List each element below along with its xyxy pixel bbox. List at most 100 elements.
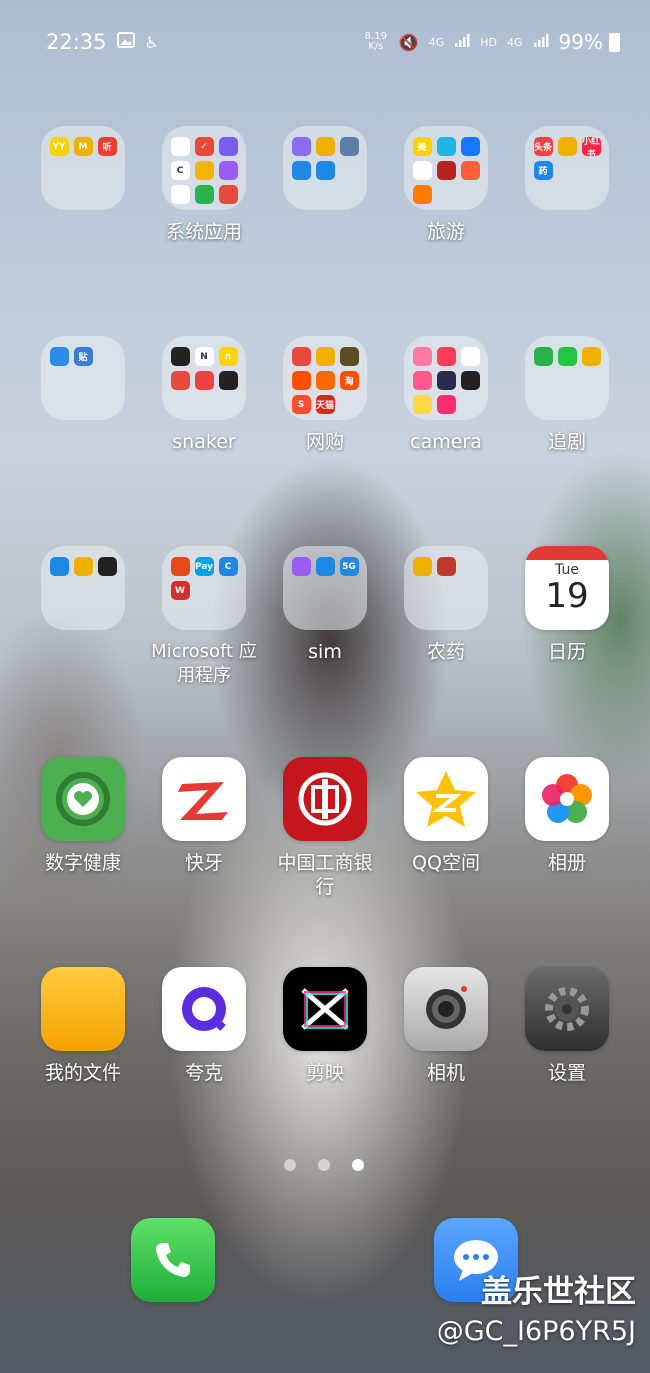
folder-grid [41, 546, 125, 630]
folder-5[interactable]: 头条 小红书药 [512, 126, 622, 210]
app-label: 相册 [547, 852, 586, 874]
app-settings[interactable]: 设置 [512, 967, 622, 1085]
mini-app-icon [315, 371, 335, 390]
mini-app-icon [412, 371, 432, 390]
mute-icon: 🔇 [398, 32, 419, 52]
icbc-icon [283, 757, 367, 841]
mini-app-icon [315, 347, 335, 366]
folder-label: Microsoft 应用程序 [151, 641, 257, 686]
battery-percent: 99% [558, 30, 603, 54]
app-label: 设置 [547, 1062, 586, 1084]
folder-grid [404, 336, 488, 420]
camera-icon [404, 967, 488, 1051]
app-gallery[interactable]: 相册 [512, 757, 622, 875]
calendar-date: 19 [545, 576, 589, 616]
mini-app-icon [436, 557, 456, 576]
mini-app-icon [460, 137, 480, 156]
capcut-icon [283, 967, 367, 1051]
calendar-header [525, 546, 609, 560]
app-my-files[interactable]: 我的文件 [28, 967, 138, 1085]
page-dot[interactable] [284, 1159, 296, 1171]
mini-app-icon: M [73, 137, 93, 156]
folder-grid: Nn [162, 336, 246, 420]
mini-app-icon [460, 161, 480, 180]
app-capcut[interactable]: 剪映 [270, 967, 380, 1085]
app-label: 夸克 [184, 1062, 223, 1084]
mini-app-icon: 贴 [73, 347, 93, 366]
mini-app-icon [315, 137, 335, 156]
page-dot-current[interactable] [352, 1159, 364, 1171]
mini-app-icon [460, 347, 480, 366]
mini-app-icon [291, 137, 311, 156]
mini-app-icon [170, 185, 190, 204]
mini-app-icon [460, 371, 480, 390]
folder-label: 网购 [305, 431, 344, 453]
folder-grid: Pay C W [162, 546, 246, 630]
mini-app-icon: N [194, 347, 214, 366]
mini-app-icon [218, 137, 238, 156]
mini-app-icon: 头条 [533, 137, 553, 156]
phone-icon [131, 1218, 215, 1302]
app-digital-wellbeing[interactable]: 数字健康 [28, 757, 138, 875]
folder-camera[interactable]: camera [391, 336, 501, 454]
folder-travel[interactable]: 美 旅游 [391, 126, 501, 244]
calendar-icon: Tue 19 [525, 546, 609, 630]
app-camera[interactable]: 相机 [391, 967, 501, 1085]
app-label: 数字健康 [44, 852, 121, 874]
mini-app-icon: 美 [412, 137, 432, 156]
app-calendar[interactable]: Tue 19 日历 [512, 546, 622, 664]
status-time: 22:35 [46, 30, 107, 54]
folder-microsoft[interactable]: Pay C W Microsoft 应用程序 [149, 546, 259, 688]
folder-grid: 贴 [41, 336, 125, 420]
folder-11[interactable] [28, 546, 138, 630]
folder-sim[interactable]: 5G sim [270, 546, 380, 664]
mini-app-icon [315, 161, 335, 180]
mini-app-icon [49, 347, 69, 366]
image-notification-icon [116, 32, 135, 52]
app-label: 快牙 [184, 852, 223, 874]
app-icbc[interactable]: 中国工商银行 [270, 757, 380, 899]
watermark-site: 盖乐世社区 [481, 1274, 636, 1310]
folder-shopping[interactable]: 淘 S 天猫 网购 [270, 336, 380, 454]
mini-app-icon: 小红书 [581, 137, 601, 156]
mini-app-icon [73, 557, 93, 576]
folder-3[interactable] [270, 126, 380, 210]
mini-app-icon [412, 161, 432, 180]
net-speed: 8.19 K/s [364, 31, 387, 52]
mini-app-icon: 药 [533, 161, 553, 180]
network-type: 4G [428, 35, 445, 49]
battery-icon [609, 32, 620, 52]
mini-app-icon: Pay [194, 557, 214, 576]
page-dot[interactable] [318, 1159, 330, 1171]
mini-app-icon [339, 137, 359, 156]
mini-app-icon [170, 347, 190, 366]
folder-system-apps[interactable]: ✓ C 系统应用 [149, 126, 259, 244]
folder-grid [525, 336, 609, 420]
app-kuaiya[interactable]: 快牙 [149, 757, 259, 875]
folder-pesticide[interactable]: 农药 [391, 546, 501, 664]
folder-1[interactable]: YY M 听 [28, 126, 138, 210]
mini-app-icon [218, 161, 238, 180]
dock-phone[interactable] [118, 1218, 228, 1302]
folder-label: 系统应用 [165, 221, 242, 243]
folder-drama[interactable]: 追剧 [512, 336, 622, 454]
app-label: 中国工商银行 [277, 852, 373, 898]
network-type-2: 4G [507, 35, 523, 49]
app-quark[interactable]: 夸克 [149, 967, 259, 1085]
mini-app-icon [436, 161, 456, 180]
mini-app-icon [339, 347, 359, 366]
folder-snaker[interactable]: Nn snaker [149, 336, 259, 454]
mini-app-icon [194, 161, 214, 180]
app-label: 剪映 [305, 1062, 344, 1084]
mini-app-icon [436, 395, 456, 414]
mini-app-icon: n [218, 347, 238, 366]
app-qzone[interactable]: QQ空间 [391, 757, 501, 875]
mini-app-icon [557, 137, 577, 156]
folder-label: camera [410, 431, 482, 453]
folder-label: 农药 [426, 641, 465, 663]
folder-6[interactable]: 贴 [28, 336, 138, 420]
hd-indicator: HD [480, 35, 498, 49]
mini-app-icon [412, 557, 432, 576]
folder-label: 旅游 [426, 221, 465, 243]
accessibility-icon: ♿ [144, 32, 159, 52]
